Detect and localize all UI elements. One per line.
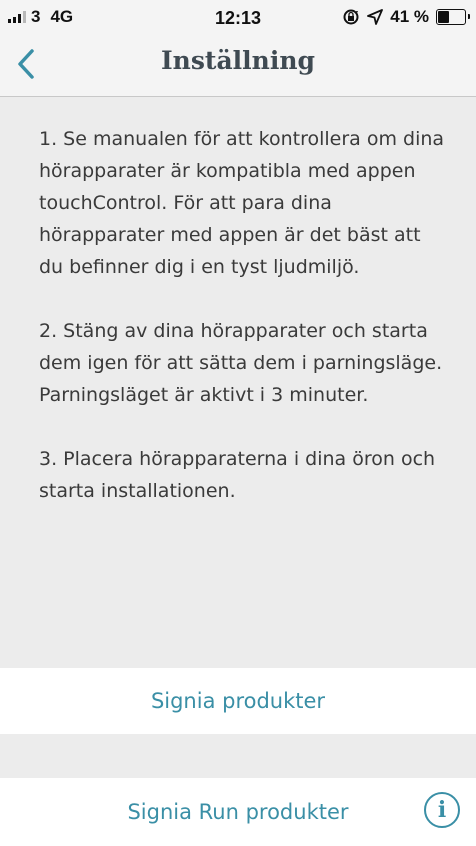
instruction-step-1: 1. Se manualen för att kontrollera om di… xyxy=(39,128,445,278)
battery-percentage: 41 % xyxy=(390,7,429,26)
page-title: Inställning xyxy=(160,46,316,75)
lock-rotation-icon xyxy=(343,9,359,25)
status-bar: 3 4G 12:13 41 % xyxy=(0,0,476,34)
battery-icon xyxy=(436,9,470,25)
instruction-step-3: 3. Placera hörapparaterna i dina öron oc… xyxy=(39,448,436,502)
status-right: 41 % xyxy=(342,7,470,27)
info-icon[interactable]: i xyxy=(424,792,460,828)
navigation-bar: Inställning xyxy=(0,34,476,97)
location-arrow-icon xyxy=(367,9,384,25)
signia-run-products-button[interactable]: Signia Run produkter i xyxy=(0,778,476,846)
instruction-step-2: 2. Stäng av dina hörapparater och starta… xyxy=(39,320,443,406)
signia-products-button[interactable]: Signia produkter xyxy=(0,668,476,734)
instructions-text: 1. Se manualen för att kontrollera om di… xyxy=(39,123,449,539)
info-glyph: i xyxy=(437,797,447,823)
signia-products-label: Signia produkter xyxy=(150,689,326,713)
battery-level xyxy=(438,11,449,23)
signia-run-products-label: Signia Run produkter xyxy=(127,800,349,824)
